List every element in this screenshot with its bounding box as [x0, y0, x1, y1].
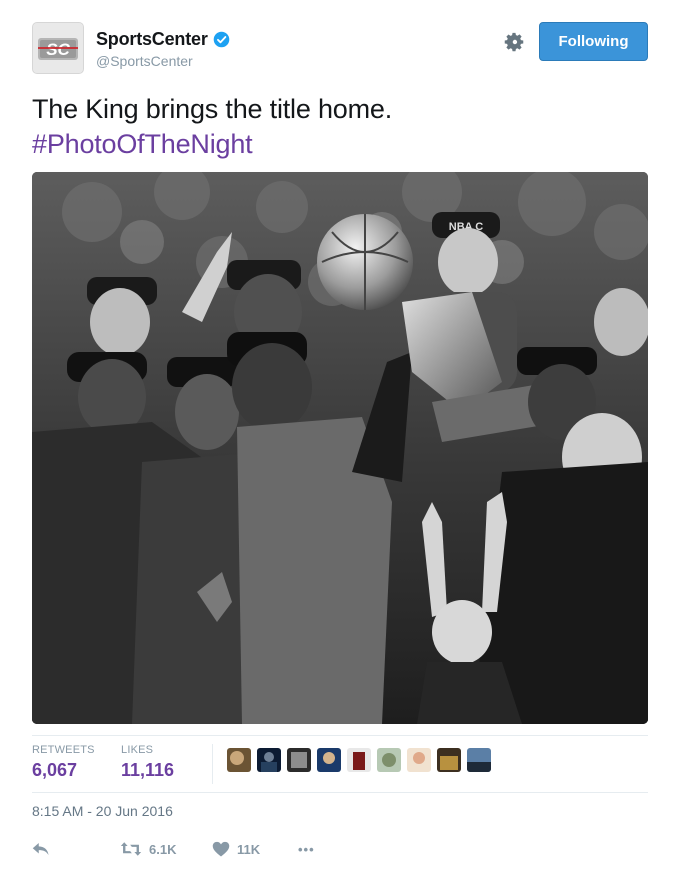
more-icon: ••• — [298, 841, 315, 857]
gear-icon[interactable] — [503, 31, 525, 53]
liker-avatar[interactable] — [407, 748, 431, 772]
tweet-photo[interactable]: NBA C — [32, 172, 648, 724]
more-button[interactable]: ••• — [298, 835, 315, 863]
verified-icon — [213, 31, 229, 48]
liker-avatar[interactable] — [347, 748, 371, 772]
tweet-card: SC SportsCenter @SportsCenter Following … — [0, 0, 687, 877]
svg-text:SC: SC — [46, 40, 70, 59]
liker-avatar[interactable] — [287, 748, 311, 772]
reply-icon — [32, 843, 49, 855]
liker-avatars — [227, 748, 491, 772]
hashtag-link[interactable]: #PhotoOfTheNight — [32, 127, 652, 162]
liker-avatar[interactable] — [227, 748, 251, 772]
liker-avatar[interactable] — [257, 748, 281, 772]
likes-label: LIKES — [121, 744, 154, 756]
following-button[interactable]: Following — [539, 22, 648, 61]
engagement-stats: RETWEETS 6,067 LIKES 11,116 — [32, 735, 648, 793]
tweet-body: The King brings the title home. — [32, 94, 393, 124]
liker-avatar[interactable] — [377, 748, 401, 772]
retweets-stat[interactable]: RETWEETS 6,067 — [32, 744, 95, 781]
tweet-actions: 6.1K 11K ••• — [32, 835, 648, 863]
account-handle[interactable]: @SportsCenter — [96, 53, 193, 69]
tweet-text: The King brings the title home. #PhotoOf… — [32, 92, 652, 162]
liker-avatar[interactable] — [467, 748, 491, 772]
like-count: 11K — [237, 841, 261, 857]
likes-stat[interactable]: LIKES 11,116 — [121, 744, 174, 781]
heart-icon — [212, 841, 230, 857]
display-name[interactable]: SportsCenter — [96, 29, 208, 50]
stats-divider — [212, 744, 213, 784]
liker-avatar[interactable] — [317, 748, 341, 772]
account-name-row[interactable]: SportsCenter — [96, 29, 230, 50]
tweet-timestamp[interactable]: 8:15 AM - 20 Jun 2016 — [32, 803, 173, 819]
retweet-button[interactable]: 6.1K — [120, 835, 176, 863]
liker-avatar[interactable] — [437, 748, 461, 772]
retweet-count: 6.1K — [149, 841, 177, 857]
retweet-icon — [120, 842, 142, 856]
retweets-value: 6,067 — [32, 760, 78, 780]
retweets-label: RETWEETS — [32, 744, 95, 756]
sportscenter-avatar[interactable]: SC — [32, 22, 84, 74]
likes-value: 11,116 — [121, 760, 175, 780]
like-button[interactable]: 11K — [212, 835, 260, 863]
reply-button[interactable] — [32, 835, 50, 863]
